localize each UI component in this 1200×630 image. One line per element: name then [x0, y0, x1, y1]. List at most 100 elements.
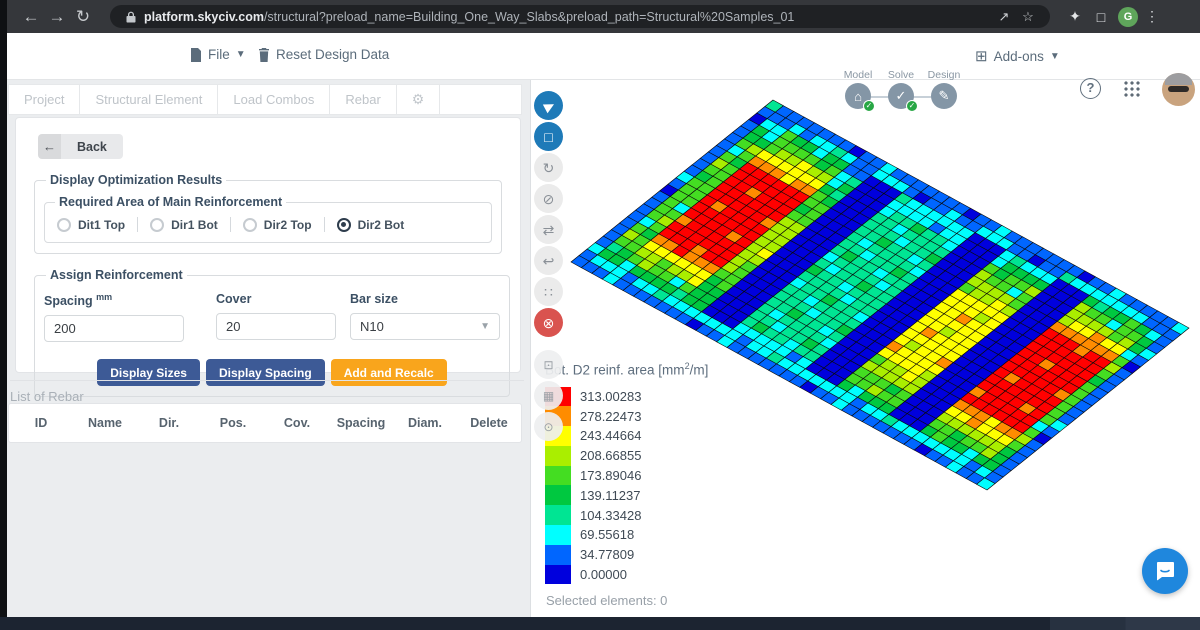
- spacing-input[interactable]: [44, 315, 184, 342]
- grid-tool[interactable]: ▦: [534, 381, 563, 410]
- grid-icon: ▦: [543, 390, 554, 402]
- legend-color-swatch: [545, 565, 571, 585]
- bar-size-label: Bar size: [350, 292, 500, 306]
- legend-row: 173.89046: [545, 466, 708, 486]
- legend-color-swatch: [545, 446, 571, 466]
- chat-icon: [1153, 559, 1177, 583]
- window-edge: [0, 0, 7, 630]
- chat-widget-button[interactable]: [1142, 548, 1188, 594]
- chevron-down-icon: ▼: [480, 321, 490, 332]
- legend-row: 0.00000: [545, 565, 708, 585]
- check-badge-icon: ✓: [863, 100, 875, 112]
- step-design-button[interactable]: ✎: [931, 83, 957, 109]
- undo-icon: ↩: [543, 254, 555, 268]
- separator: [324, 217, 325, 232]
- tab-load-combos[interactable]: Load Combos: [218, 85, 330, 114]
- spacing-label: Spacing mm: [44, 292, 184, 308]
- design-icon: ✎: [939, 88, 950, 104]
- back-button[interactable]: ← Back: [38, 134, 123, 159]
- browser-profile-avatar[interactable]: G: [1118, 7, 1138, 27]
- pointer-icon: ▶: [541, 97, 556, 113]
- radio-icon: [243, 218, 257, 232]
- select-elements-tool[interactable]: ∷: [534, 277, 563, 306]
- addons-label: Add-ons: [994, 49, 1044, 64]
- legend-title: Bot. D2 reinf. area [mm2/m]: [545, 361, 708, 378]
- check-badge-icon: ✓: [906, 100, 918, 112]
- legend-value: 243.44664: [580, 428, 641, 443]
- legend-row: 139.11237: [545, 485, 708, 505]
- file-icon: [190, 48, 202, 62]
- radio-dit1-top[interactable]: Dit1 Top: [57, 218, 125, 232]
- legend-value: 208.66855: [580, 448, 641, 463]
- browser-menu-icon[interactable]: ⋮: [1142, 8, 1162, 25]
- legend-value: 0.00000: [580, 567, 627, 582]
- browser-back-icon[interactable]: ←: [18, 7, 44, 27]
- rebar-settings-card: ← Back Display Optimization Results Requ…: [15, 117, 521, 373]
- swap-tool[interactable]: ⇄: [534, 215, 563, 244]
- model-viewer[interactable]: ▶□↻⊘⇄↩∷⊗⊡▦⊙ Bot. D2 reinf. area [mm2/m] …: [530, 80, 1200, 618]
- box-select-tool[interactable]: □: [534, 122, 563, 151]
- window-tool[interactable]: ⊡: [534, 350, 563, 379]
- rotate-icon: ↻: [543, 161, 555, 175]
- legend-row: 243.44664: [545, 426, 708, 446]
- chevron-down-icon: ▼: [236, 49, 246, 60]
- window-icon: ⊡: [543, 359, 553, 371]
- file-menu[interactable]: File ▼: [190, 47, 246, 62]
- spacing-unit: mm: [96, 292, 112, 302]
- eye-icon: ⊙: [543, 421, 553, 433]
- column-header: Diam.: [393, 416, 457, 430]
- bar-size-select[interactable]: N10 ▼: [350, 313, 500, 340]
- help-button[interactable]: ?: [1080, 78, 1101, 99]
- left-panel: Project Structural Element Load Combos R…: [7, 80, 530, 618]
- tab-rebar[interactable]: Rebar: [330, 85, 396, 114]
- tab-project[interactable]: Project: [9, 85, 80, 114]
- step-solve-label: Solve: [879, 69, 923, 81]
- deselect-tool[interactable]: ⊘: [534, 184, 563, 213]
- radio-dir2-bot[interactable]: Dir2 Bot: [337, 218, 405, 232]
- tab-settings[interactable]: ⚙: [397, 85, 441, 114]
- legend-color-swatch: [545, 505, 571, 525]
- bookmark-star-icon[interactable]: ☆: [1016, 9, 1040, 25]
- legend-value: 139.11237: [580, 488, 641, 503]
- rebar-table-header-row: IDNameDir.Pos.Cov.SpacingDiam.Delete: [8, 403, 522, 443]
- display-optimization-results-legend: Display Optimization Results: [46, 173, 226, 187]
- apps-grid-icon[interactable]: [1124, 81, 1140, 97]
- visibility-tool[interactable]: ⊙: [534, 412, 563, 441]
- taskbar: [0, 617, 1200, 630]
- gear-icon: ⚙: [412, 91, 425, 108]
- assign-fields-row: Spacing mm Cover Bar size N10 ▼: [44, 292, 500, 342]
- legend-color-swatch: [545, 485, 571, 505]
- user-avatar[interactable]: [1162, 73, 1195, 106]
- legend-row: 104.33428: [545, 505, 708, 525]
- select-tool[interactable]: ▶: [534, 91, 563, 120]
- browser-reload-icon[interactable]: ↻: [70, 7, 96, 27]
- addons-grid-icon: ⊞: [975, 47, 988, 65]
- radio-dir2-top[interactable]: Dir2 Top: [243, 218, 312, 232]
- rotate-tool[interactable]: ↻: [534, 153, 563, 182]
- radio-dir1-bot[interactable]: Dir1 Bot: [150, 218, 218, 232]
- clear-selection-tool[interactable]: ⊗: [534, 308, 563, 337]
- separator: [137, 217, 138, 232]
- browser-forward-icon[interactable]: →: [44, 7, 70, 27]
- addons-menu[interactable]: ⊞ Add-ons ▼: [975, 47, 1060, 65]
- legend-row: 313.00283: [545, 387, 708, 407]
- step-model-button[interactable]: ⌂✓: [845, 83, 871, 109]
- extensions-icon[interactable]: ✦: [1062, 8, 1088, 25]
- cover-input[interactable]: [216, 313, 336, 340]
- bar-size-value: N10: [360, 319, 384, 334]
- reset-design-data-button[interactable]: Reset Design Data: [258, 47, 389, 62]
- legend-color-swatch: [545, 545, 571, 565]
- legend-color-swatch: [545, 466, 571, 486]
- legend-color-swatch: [545, 525, 571, 545]
- required-area-legend: Required Area of Main Reinforcement: [55, 195, 286, 209]
- share-icon[interactable]: ↗: [992, 9, 1016, 25]
- undo-tool[interactable]: ↩: [534, 246, 563, 275]
- tab-structural-element[interactable]: Structural Element: [80, 85, 218, 114]
- column-header: ID: [9, 416, 73, 430]
- step-solve-button[interactable]: ✓✓: [888, 83, 914, 109]
- address-bar[interactable]: platform.skyciv.com/structural?preload_n…: [110, 5, 1050, 28]
- lock-icon: [126, 11, 136, 23]
- workflow-stepper: Model ⌂✓ Solve ✓✓ Design ✎: [836, 69, 966, 113]
- swap-arrows-icon: ⇄: [543, 223, 555, 237]
- tab-search-icon[interactable]: □: [1088, 9, 1114, 25]
